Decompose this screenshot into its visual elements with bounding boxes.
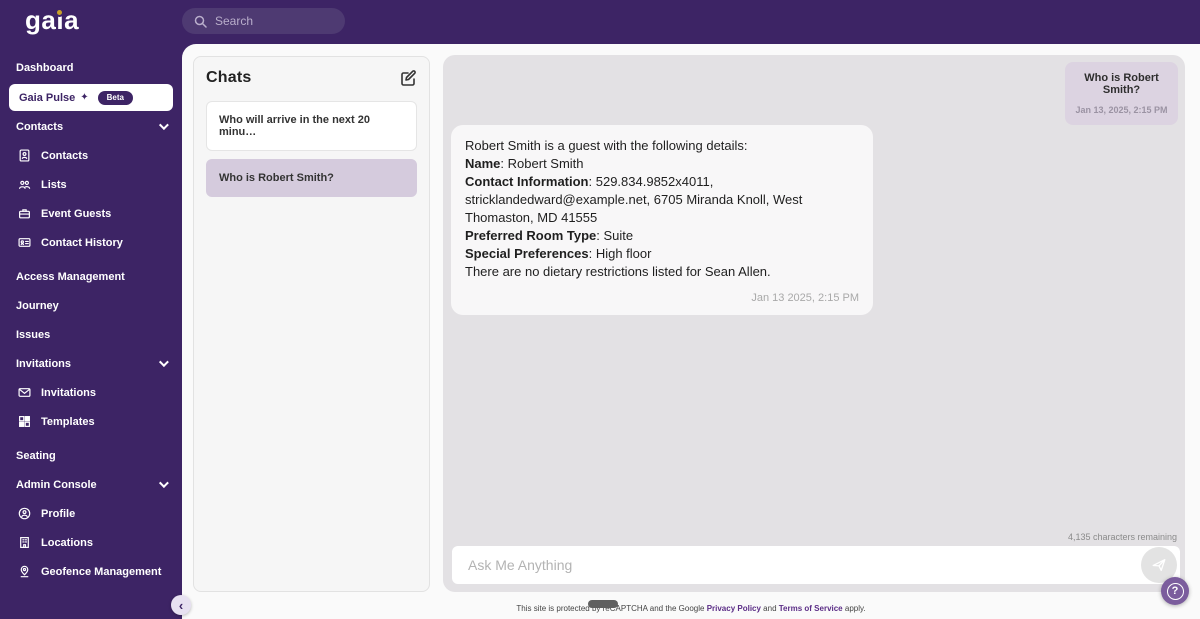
assistant-field: NameRobert Smith — [465, 155, 859, 173]
envelope-icon — [18, 386, 31, 399]
sidebar-item-label: Invitations — [16, 357, 72, 370]
sidebar-item-label: Templates — [41, 415, 95, 428]
assistant-message-outro: There are no dietary restrictions listed… — [465, 264, 771, 279]
sidebar-item-label: Profile — [41, 507, 76, 520]
sidebar-item-issues[interactable]: Issues — [0, 320, 182, 349]
sidebar-item-geofence-management[interactable]: Geofence Management — [0, 557, 182, 586]
compose-icon — [401, 70, 416, 86]
sidebar-item-label: Lists — [41, 178, 67, 191]
location-pin-icon — [18, 565, 31, 578]
chevron-left-icon: ‹ — [178, 597, 184, 613]
sidebar-group-contacts[interactable]: Contacts — [0, 112, 182, 141]
sidebar-item-label: Admin Console — [16, 478, 97, 491]
sidebar-item-label: Invitations — [41, 386, 97, 399]
characters-remaining: 4,135 characters remaining — [1067, 532, 1177, 542]
main-content: Chats Who will arrive in the next 20 min… — [182, 44, 1200, 619]
assistant-field: Special PreferencesHigh floor — [465, 245, 859, 263]
sidebar-item-label: Gaia Pulse — [19, 91, 76, 104]
privacy-policy-link[interactable]: Privacy Policy — [707, 604, 761, 613]
question-mark-icon: ? — [1166, 582, 1184, 600]
footer-text: apply. — [842, 604, 866, 613]
assistant-message-timestamp: Jan 13 2025, 2:15 PM — [751, 292, 859, 304]
user-message-text: Who is Robert Smith? — [1084, 72, 1159, 96]
chevron-down-icon — [158, 120, 169, 131]
sidebar-item-contact-history[interactable]: Contact History — [0, 228, 182, 257]
sidebar-item-locations[interactable]: Locations — [0, 528, 182, 557]
app-logo-text: gaia — [25, 5, 80, 35]
chats-panel: Chats Who will arrive in the next 20 min… — [193, 56, 430, 592]
sidebar-item-dashboard[interactable]: Dashboard — [0, 53, 182, 82]
search-input[interactable] — [215, 14, 333, 28]
id-card-icon — [18, 236, 31, 249]
terms-of-service-link[interactable]: Terms of Service — [779, 604, 843, 613]
search-icon — [194, 15, 207, 28]
sidebar: Dashboard Gaia Pulse ✦ Beta Contacts Con… — [0, 44, 182, 592]
conversation-area: Who is Robert Smith? Jan 13, 2025, 2:15 … — [443, 55, 1185, 592]
sidebar-item-label: Journey — [16, 299, 59, 312]
user-message-bubble: Who is Robert Smith? Jan 13, 2025, 2:15 … — [1065, 62, 1178, 125]
chat-list-item[interactable]: Who will arrive in the next 20 minu… — [206, 101, 417, 151]
sidebar-item-label: Locations — [41, 536, 93, 549]
briefcase-icon — [18, 207, 31, 220]
chats-panel-title: Chats — [206, 69, 252, 86]
chat-list-item-selected[interactable]: Who is Robert Smith? — [206, 159, 417, 197]
assistant-field: Preferred Room TypeSuite — [465, 227, 859, 245]
user-message-timestamp: Jan 13, 2025, 2:15 PM — [1075, 105, 1168, 115]
sidebar-item-gaia-pulse[interactable]: Gaia Pulse ✦ Beta — [9, 84, 173, 111]
app-logo: gaia — [25, 5, 79, 36]
sidebar-item-seating[interactable]: Seating — [0, 441, 182, 470]
sidebar-item-assign-guest-details[interactable]: Assign Guest Details — [0, 586, 182, 592]
chevron-down-icon — [158, 478, 169, 489]
people-icon — [18, 178, 31, 191]
contact-badge-icon — [18, 149, 31, 162]
sidebar-collapse-button[interactable]: ‹ — [171, 595, 191, 615]
sidebar-item-invitations[interactable]: Invitations — [0, 378, 182, 407]
sidebar-item-journey[interactable]: Journey — [0, 291, 182, 320]
horizontal-scrollbar-thumb[interactable] — [588, 600, 618, 608]
sidebar-item-label: Contacts — [41, 149, 89, 162]
grid-icon — [18, 415, 31, 428]
sidebar-item-event-guests[interactable]: Event Guests — [0, 199, 182, 228]
help-button[interactable]: ? — [1161, 577, 1189, 605]
sidebar-item-label: Event Guests — [41, 207, 112, 220]
recaptcha-footer: This site is protected by reCAPTCHA and … — [182, 604, 1200, 613]
messages-scroll-region[interactable]: Who is Robert Smith? Jan 13, 2025, 2:15 … — [443, 55, 1185, 532]
sidebar-item-lists[interactable]: Lists — [0, 170, 182, 199]
sidebar-item-contacts[interactable]: Contacts — [0, 141, 182, 170]
chevron-down-icon — [158, 357, 169, 368]
paper-plane-icon — [1152, 559, 1166, 571]
sidebar-item-label: Contact History — [41, 236, 123, 249]
sidebar-item-label: Dashboard — [16, 61, 74, 74]
ask-me-anything-input[interactable] — [452, 546, 1180, 584]
sidebar-item-label: Geofence Management — [41, 565, 162, 578]
sidebar-item-label: Contacts — [16, 120, 64, 133]
sidebar-item-templates[interactable]: Templates — [0, 407, 182, 436]
logo-gold-dot-icon — [57, 9, 62, 15]
person-circle-icon — [18, 507, 31, 520]
building-icon — [18, 536, 31, 549]
assistant-message-bubble: Robert Smith is a guest with the followi… — [451, 125, 873, 315]
sidebar-group-admin-console[interactable]: Admin Console — [0, 470, 182, 499]
new-chat-button[interactable] — [399, 69, 417, 87]
global-search[interactable] — [182, 8, 345, 34]
sidebar-item-label: Issues — [16, 328, 51, 341]
assistant-field: Contact Information529.834.9852x4011, st… — [465, 173, 859, 227]
sidebar-item-profile[interactable]: Profile — [0, 499, 182, 528]
assistant-message-intro: Robert Smith is a guest with the followi… — [465, 138, 748, 153]
sidebar-group-invitations[interactable]: Invitations — [0, 349, 182, 378]
sidebar-item-access-management[interactable]: Access Management — [0, 262, 182, 291]
sidebar-item-label: Access Management — [16, 270, 125, 283]
beta-badge: Beta — [97, 90, 133, 105]
footer-text: and — [760, 604, 779, 613]
sparkle-icon: ✦ — [80, 92, 89, 103]
sidebar-item-label: Seating — [16, 449, 56, 462]
